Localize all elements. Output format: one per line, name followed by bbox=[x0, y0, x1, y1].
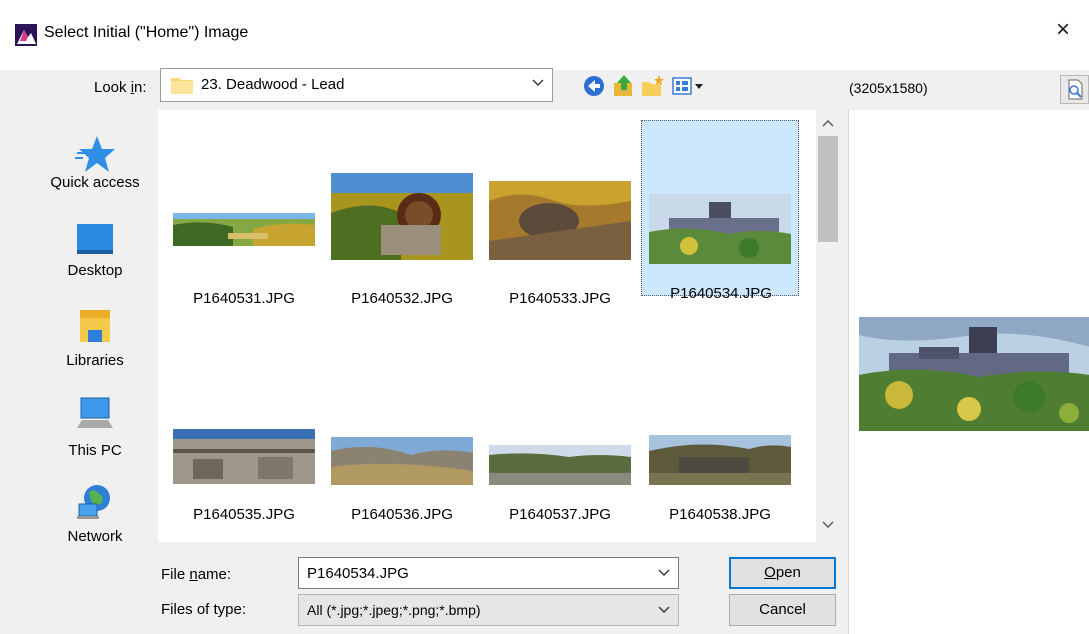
file-name-label: File name: bbox=[161, 566, 232, 583]
place-label: Desktop bbox=[67, 262, 123, 279]
computer-icon bbox=[77, 397, 113, 428]
up-folder-icon[interactable] bbox=[612, 74, 636, 98]
preview-icon bbox=[1068, 79, 1083, 100]
file-name: P1640537.JPG bbox=[509, 506, 611, 523]
file-tile[interactable]: P1640538.JPG bbox=[641, 360, 799, 530]
place-label: Quick access bbox=[50, 174, 140, 191]
image-thumbnail bbox=[489, 445, 631, 485]
place-libraries[interactable]: Libraries bbox=[40, 306, 150, 369]
preview-image bbox=[859, 317, 1089, 431]
file-name: P1640534.JPG bbox=[670, 285, 772, 302]
file-list[interactable]: P1640531.JPG P1640532.JPG P1640533.JPG P… bbox=[158, 110, 840, 542]
desktop-icon bbox=[77, 224, 113, 254]
image-thumbnail bbox=[649, 194, 791, 264]
file-tile[interactable]: P1640537.JPG bbox=[481, 360, 639, 530]
window-title: Select Initial ("Home") Image bbox=[44, 24, 249, 41]
file-tile[interactable]: P1640531.JPG bbox=[165, 144, 323, 314]
look-in-label: Look in: bbox=[94, 79, 147, 96]
file-tile[interactable]: P1640535.JPG bbox=[165, 360, 323, 530]
file-list-scrollbar[interactable] bbox=[816, 110, 840, 542]
chevron-down-icon[interactable] bbox=[658, 605, 670, 615]
place-desktop[interactable]: Desktop bbox=[40, 222, 150, 279]
title-bar: Select Initial ("Home") Image × bbox=[0, 0, 1089, 70]
close-icon[interactable]: × bbox=[1056, 18, 1070, 42]
file-name: P1640538.JPG bbox=[669, 506, 771, 523]
place-network[interactable]: Network bbox=[40, 482, 150, 545]
file-name: P1640536.JPG bbox=[351, 506, 453, 523]
open-button[interactable]: Open bbox=[729, 557, 836, 589]
cancel-button[interactable]: Cancel bbox=[729, 594, 836, 626]
file-name-value: P1640534.JPG bbox=[307, 565, 409, 582]
file-tile[interactable]: P1640533.JPG bbox=[481, 144, 639, 314]
star-icon bbox=[75, 136, 115, 172]
file-name: P1640531.JPG bbox=[193, 290, 295, 307]
file-tile-selected[interactable]: P1640534.JPG bbox=[641, 120, 799, 302]
file-name-input[interactable]: P1640534.JPG bbox=[298, 557, 679, 589]
image-thumbnail bbox=[331, 173, 473, 260]
place-label: Libraries bbox=[66, 352, 124, 369]
scroll-up-icon[interactable] bbox=[822, 118, 834, 128]
file-type-label: Files of type: bbox=[161, 601, 247, 618]
file-name: P1640533.JPG bbox=[509, 290, 611, 307]
look-in-dropdown[interactable]: 23. Deadwood - Lead bbox=[160, 68, 553, 102]
libraries-icon bbox=[80, 310, 110, 342]
image-thumbnail bbox=[331, 437, 473, 485]
network-icon bbox=[77, 485, 110, 519]
file-name: P1640535.JPG bbox=[193, 506, 295, 523]
folder-icon bbox=[171, 78, 193, 94]
image-thumbnail bbox=[173, 213, 315, 246]
file-tile[interactable]: P1640532.JPG bbox=[323, 144, 481, 314]
place-label: Network bbox=[67, 528, 123, 545]
place-label: This PC bbox=[68, 442, 122, 459]
file-name: P1640532.JPG bbox=[351, 290, 453, 307]
preview-size: (3205x1580) bbox=[849, 80, 928, 96]
scroll-down-icon[interactable] bbox=[822, 520, 834, 530]
app-icon bbox=[15, 24, 37, 46]
preview-pane bbox=[848, 110, 1089, 634]
view-menu-icon[interactable] bbox=[671, 74, 705, 98]
image-thumbnail bbox=[489, 181, 631, 260]
look-in-value: 23. Deadwood - Lead bbox=[201, 76, 345, 93]
chevron-down-icon bbox=[532, 79, 544, 86]
image-thumbnail bbox=[173, 429, 315, 484]
image-thumbnail bbox=[649, 435, 791, 485]
file-type-select[interactable]: All (*.jpg;*.jpeg;*.png;*.bmp) bbox=[298, 594, 679, 626]
place-quick-access[interactable]: Quick access bbox=[40, 134, 150, 191]
new-folder-icon[interactable] bbox=[641, 74, 665, 98]
file-tile[interactable]: P1640536.JPG bbox=[323, 360, 481, 530]
preview-toggle-button[interactable] bbox=[1060, 75, 1089, 104]
back-icon[interactable] bbox=[582, 74, 606, 98]
file-type-value: All (*.jpg;*.jpeg;*.png;*.bmp) bbox=[307, 602, 481, 618]
chevron-down-icon[interactable] bbox=[658, 568, 670, 578]
scrollbar-thumb[interactable] bbox=[818, 136, 838, 242]
place-this-pc[interactable]: This PC bbox=[40, 394, 150, 459]
